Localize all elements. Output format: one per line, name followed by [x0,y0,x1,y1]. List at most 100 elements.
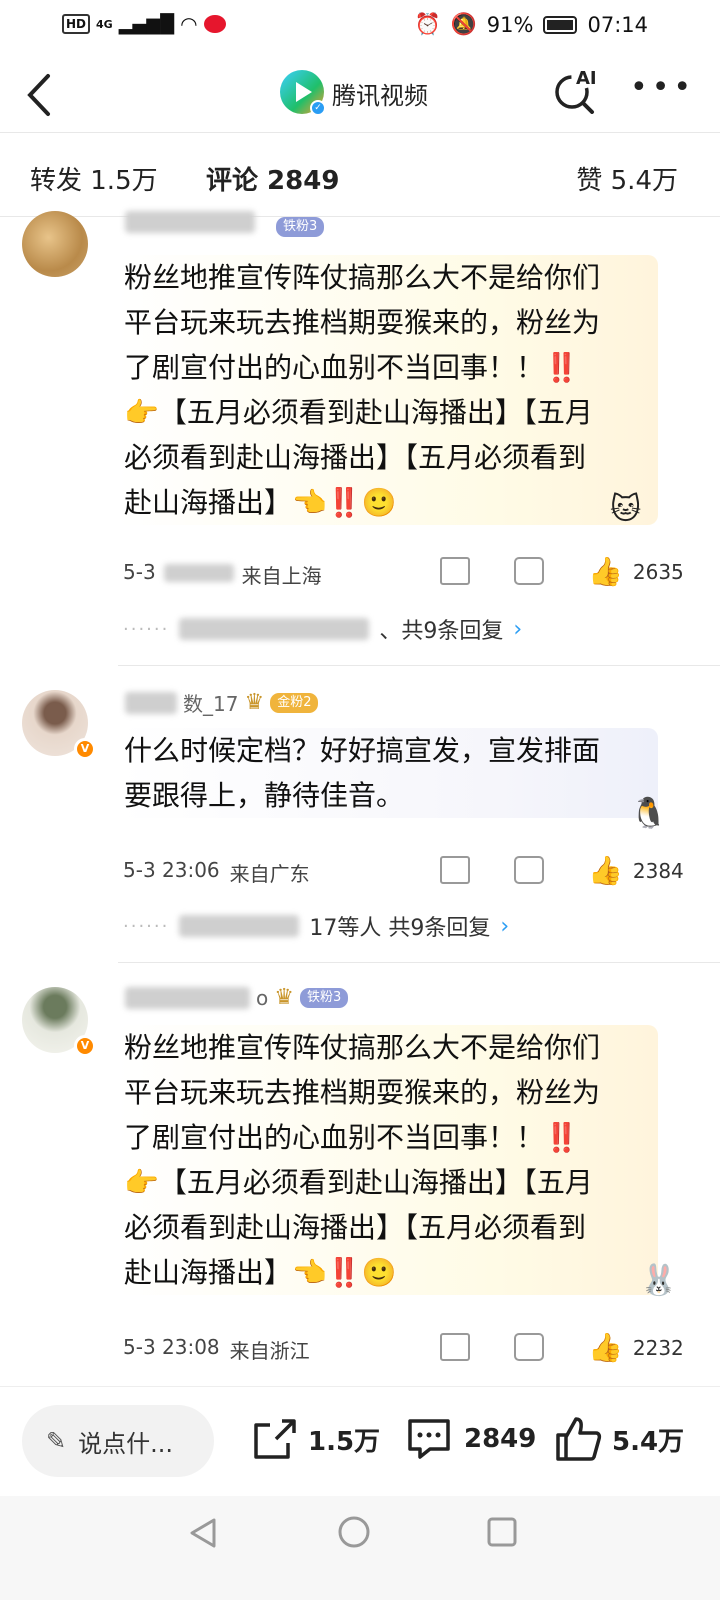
comment-location: 来自上海 [241,564,322,588]
clock: 07:14 [587,12,648,37]
divider [0,132,720,133]
comment-location: 来自广东 [229,862,310,886]
reply-summary[interactable]: ······ 17等人 共9条回复 › [123,910,509,942]
reply-button[interactable] [514,1333,544,1361]
tab-forward[interactable]: 转发 1.5万 [30,160,158,197]
comment-line: 平台玩来玩去推档期耍猴来的，粉丝为 [124,306,601,339]
status-right: ⏰ 🔕 91% 07:14 [414,12,648,37]
comment-meta: 5-3 23:06 来自广东 [123,858,310,887]
blurred-time [163,564,234,582]
fan-badge: 铁粉3 [276,217,325,237]
fan-badge: 铁粉3 [299,987,349,1008]
comment-line: 了剧宣付出的心血别不当回事！！‼️ [124,1121,579,1154]
nav-back-button[interactable] [186,1516,220,1554]
comment-time: 5-3 [123,560,156,584]
reply-summary[interactable]: ······ 、共9条回复 › [123,613,522,645]
comment-meta: 5-3 23:08 来自浙江 [123,1335,310,1364]
crown-icon: ♛ [244,690,265,715]
forward-count: 1.5万 [308,1426,381,1457]
fan-badge: 金粉2 [270,692,319,713]
comment-meta: 5-3 来自上海 [123,560,322,589]
tencent-video-logo[interactable]: ✓ [280,70,326,116]
username[interactable]: 数_17 [183,688,238,717]
circle-home-icon [338,1516,370,1548]
nav-recents-button[interactable] [486,1516,518,1552]
comment-line: 必须看到赴山海播出】【五月必须看到 [124,1211,587,1244]
mute-icon: 🔕 [450,12,477,36]
chevron-left-icon [27,74,50,116]
share-button[interactable] [440,1333,470,1361]
stats-tabs: 转发 1.5万 评论 2849 赞 5.4万 [0,140,720,216]
tab-likes[interactable]: 赞 5.4万 [576,160,678,197]
comment-line: 👉【五月必须看到赴山海播出】【五月 [124,1166,593,1199]
comment-text[interactable]: 粉丝地推宣传阵仗搞那么大不是给你们 平台玩来玩去推档期耍猴来的，粉丝为 了剧宣付… [118,1025,658,1295]
ai-search-button[interactable]: AI [552,68,598,114]
back-button[interactable] [22,68,62,118]
status-bar: HD 4G ▂▄▆█ ◠ ⏰ 🔕 91% 07:14 [0,0,720,50]
blurred-names [179,915,300,937]
comment-line: 粉丝地推宣传阵仗搞那么大不是给你们 [124,261,601,294]
avatar[interactable] [22,211,88,277]
decor-sticker-icon: 🐰 [640,1263,678,1298]
like-button[interactable]: 👍 2232 [588,1331,684,1364]
share-button[interactable] [440,856,470,884]
comment-button[interactable]: 2849 [404,1417,536,1461]
nav-home-button[interactable] [336,1514,372,1554]
chevron-right-icon: › [513,616,523,642]
verified-icon: V [74,1035,96,1057]
status-left: HD 4G ▂▄▆█ ◠ [62,12,226,36]
triangle-back-icon [190,1518,216,1548]
dash-decor: ······ [123,915,170,937]
page-title[interactable]: 腾讯视频 [332,76,428,111]
comment-item: 铁粉3 粉丝地推宣传阵仗搞那么大不是给你们 平台玩来玩去推档期耍猴来的，粉丝为 … [0,211,720,665]
like-button[interactable]: 5.4万 [554,1415,684,1463]
like-count: 5.4万 [612,1426,685,1457]
input-placeholder: 说点什... [78,1429,173,1458]
thumb-up-icon: 👍 [588,1331,623,1364]
comment-item: V o ♛ 铁粉3 粉丝地推宣传阵仗搞那么大不是给你们 平台玩来玩去推档期耍猴来… [0,963,720,1385]
bottom-action-bar: ✎ 说点什... 1.5万 2849 5.4万 [0,1386,720,1496]
screen: HD 4G ▂▄▆█ ◠ ⏰ 🔕 91% 07:14 ✓ 腾讯视频 AI ••• [0,0,720,1600]
comment-text[interactable]: 什么时候定档？好好搞宣发，宣发排面 要跟得上，静待佳音。 [118,728,658,818]
comment-text[interactable]: 粉丝地推宣传阵仗搞那么大不是给你们 平台玩来玩去推档期耍猴来的，粉丝为 了剧宣付… [118,255,658,525]
reply-button[interactable] [514,557,544,585]
forward-button[interactable]: 1.5万 [252,1417,380,1461]
decor-sticker-icon: 🐱 [610,492,642,527]
blurred-username [125,211,255,233]
comment-icon [408,1419,450,1459]
like-count: 2384 [632,858,684,883]
verified-icon: V [74,738,96,760]
reply-count: 、共9条回复 [379,619,504,644]
share-icon [440,1333,470,1361]
comment-item: V 数_17 ♛ 金粉2 什么时候定档？好好搞宣发，宣发排面 要跟得上，静待佳音… [0,666,720,962]
comment-icon [514,856,544,884]
thumb-up-icon [556,1417,602,1461]
signal-icon: ▂▄▆█ [118,13,175,35]
comment-count: 2849 [464,1424,537,1454]
verified-icon: ✓ [310,100,326,116]
more-button[interactable]: ••• [630,73,695,103]
square-recents-icon [487,1517,517,1547]
blurred-username [125,986,250,1009]
comment-input[interactable]: ✎ 说点什... [22,1405,214,1477]
blurred-username [125,691,177,714]
like-count: 2635 [632,559,684,584]
share-icon [440,856,470,884]
tab-comments[interactable]: 评论 2849 [206,160,339,197]
reply-count: 17等人 共9条回复 [309,916,491,941]
comment-time: 5-3 23:06 [123,858,220,882]
battery-percent: 91% [486,12,534,37]
comment-line: 粉丝地推宣传阵仗搞那么大不是给你们 [124,1031,601,1064]
header: ✓ 腾讯视频 AI ••• [0,58,720,128]
share-button[interactable] [440,557,470,585]
crown-icon: ♛ [274,985,294,1010]
comment-line: 赴山海播出】👈‼️🙂 [124,486,397,519]
comment-time: 5-3 23:08 [123,1335,220,1359]
reply-button[interactable] [514,856,544,884]
username[interactable]: o [256,986,268,1010]
like-button[interactable]: 👍 2384 [588,854,684,887]
weibo-icon [203,15,226,33]
like-button[interactable]: 👍 2635 [588,555,684,588]
network-label: 4G [96,17,113,31]
comment-icon [514,1333,544,1361]
